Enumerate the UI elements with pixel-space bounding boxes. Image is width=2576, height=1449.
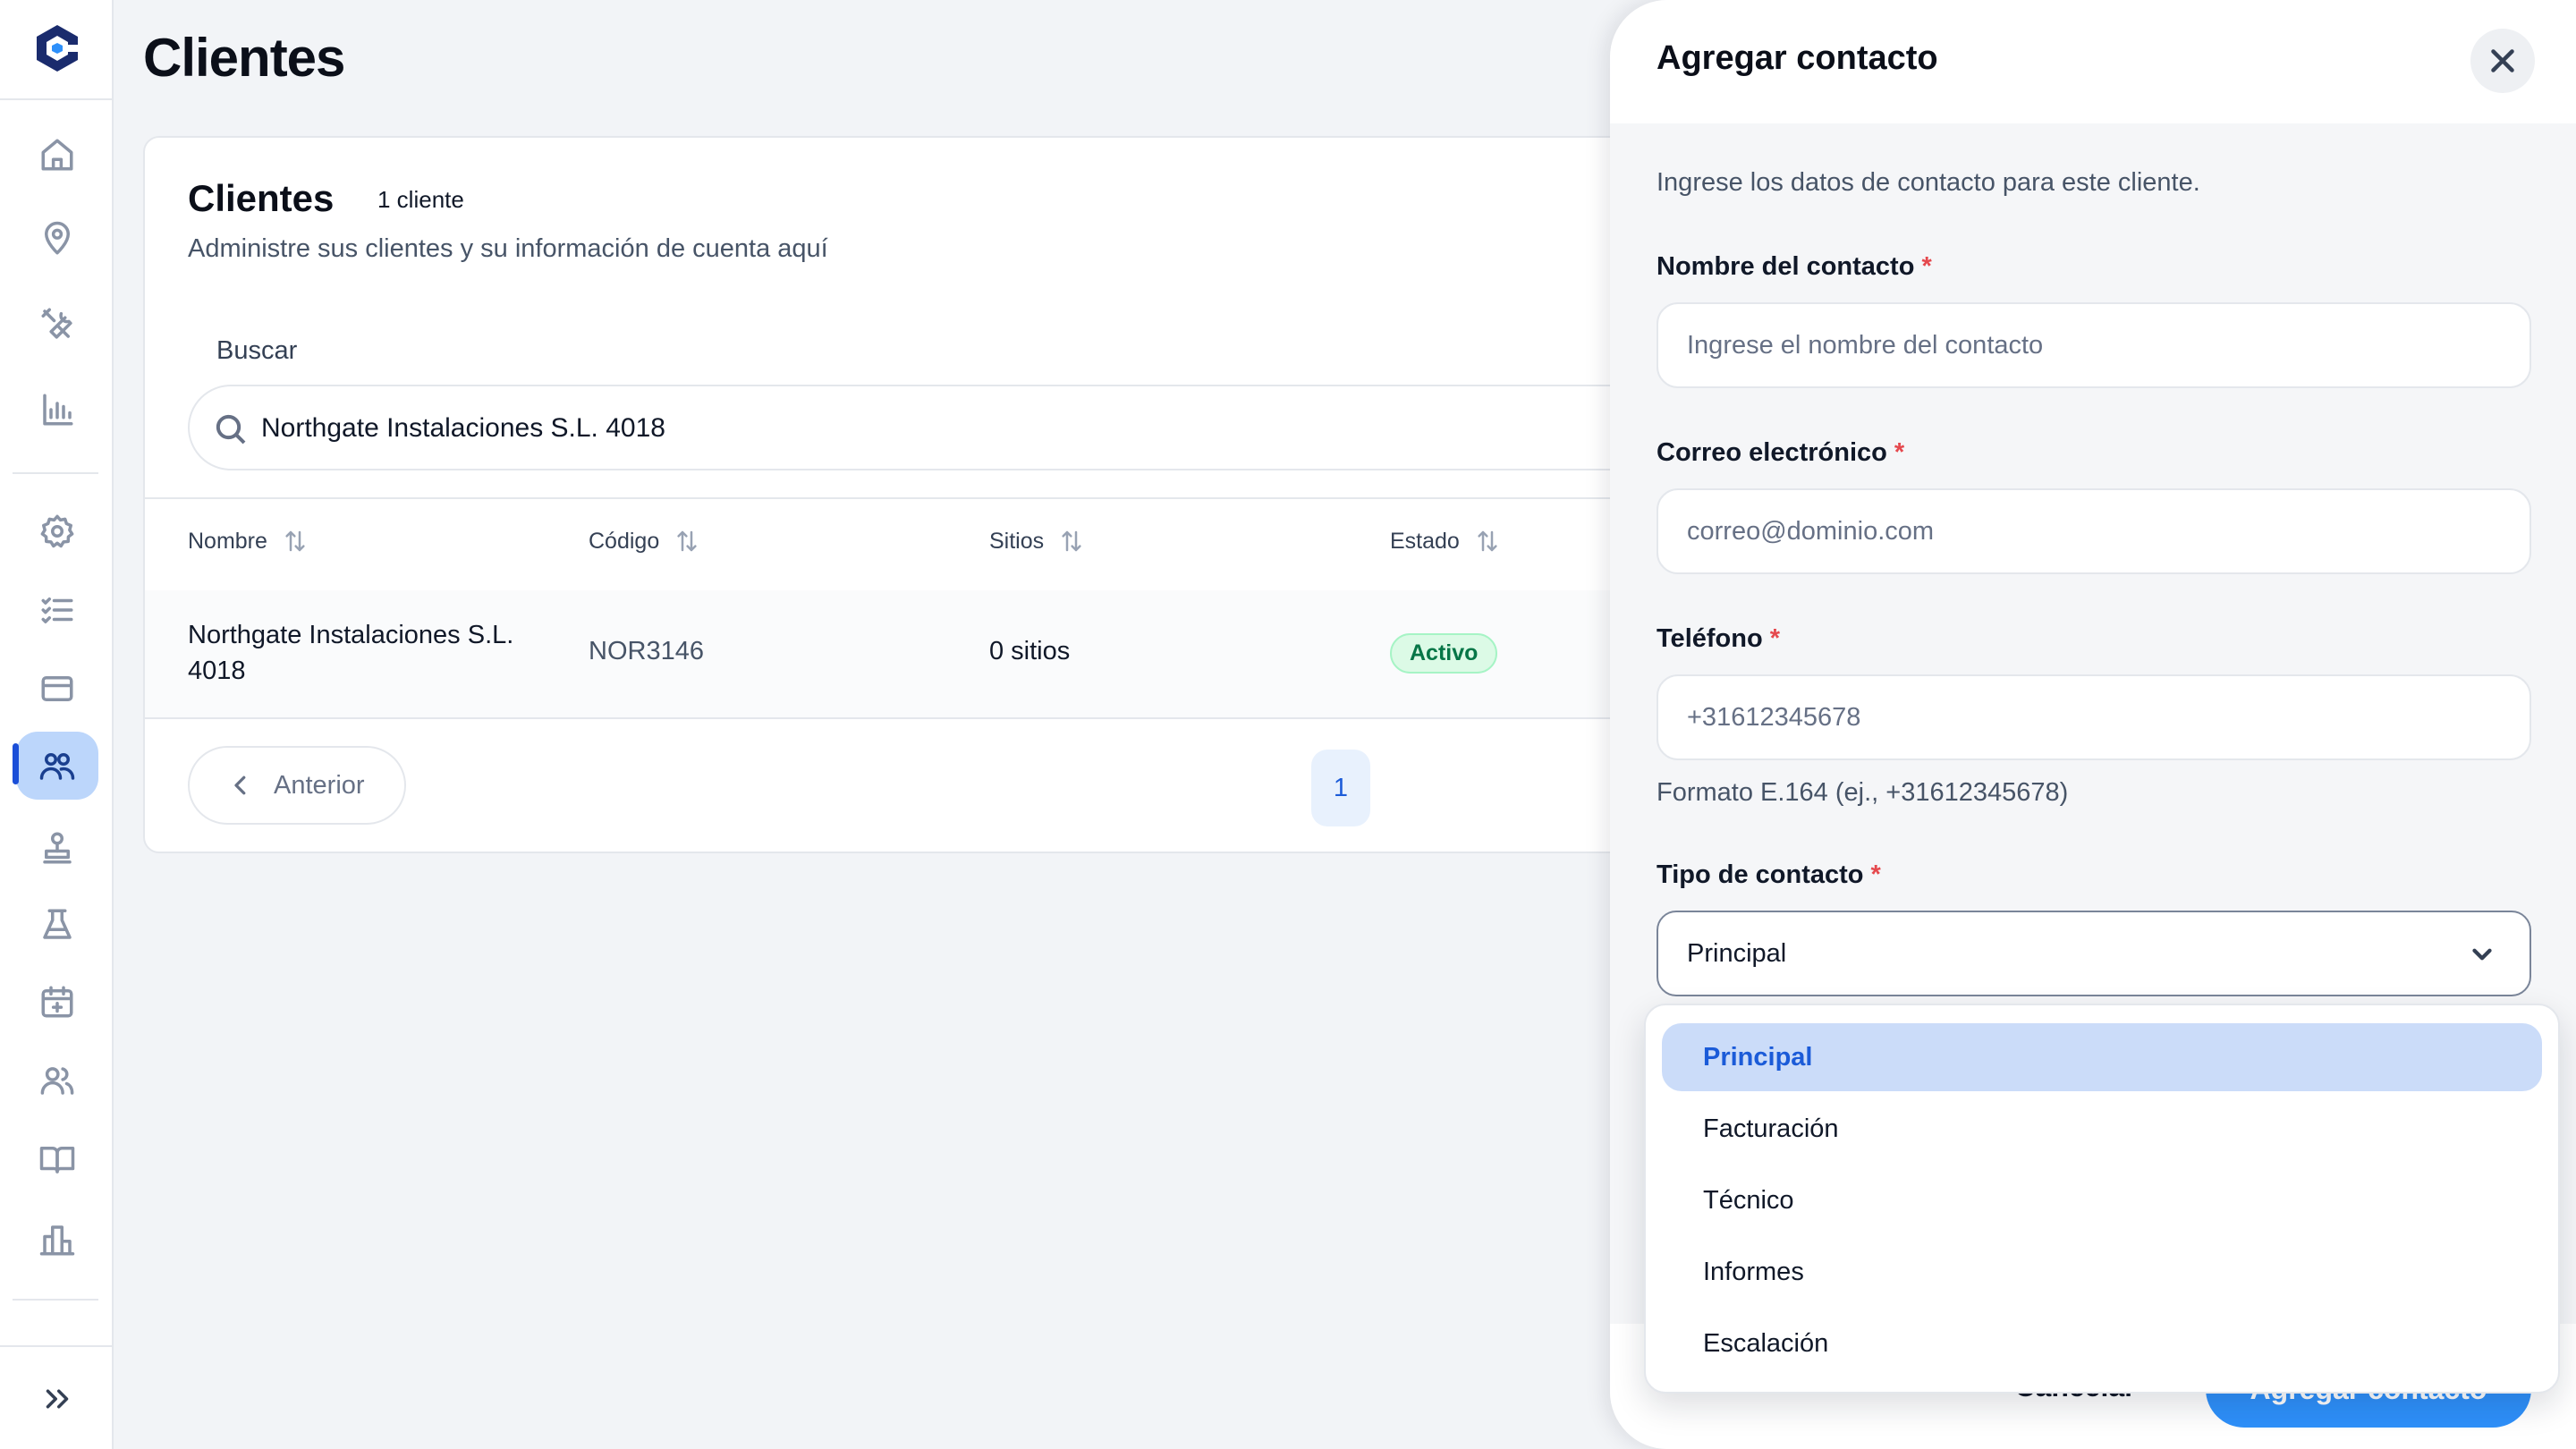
sidebar-expand-button[interactable] <box>16 1365 98 1433</box>
contact-type-label: Tipo de contacto * <box>1657 860 1881 890</box>
column-header-label: Código <box>589 528 660 554</box>
sort-icon <box>677 530 697 552</box>
table-divider <box>145 717 1841 719</box>
phone-hint: Formato E.164 (ej., +31612345678) <box>1657 778 2069 807</box>
close-button[interactable] <box>2470 29 2535 93</box>
nav-clients[interactable] <box>16 732 98 800</box>
dropdown-option[interactable]: Facturación <box>1662 1095 2542 1163</box>
status-badge: Activo <box>1390 633 1498 674</box>
nav-billing[interactable] <box>16 655 98 723</box>
column-header-label: Sitios <box>989 528 1045 554</box>
home-icon <box>41 139 73 171</box>
nav-calendar[interactable] <box>16 968 98 1036</box>
map-pin-icon <box>45 221 70 255</box>
search-box[interactable] <box>188 385 1841 470</box>
clients-card: Clientes 1 cliente Administre sus client… <box>143 136 1843 853</box>
drawer-description: Ingrese los datos de contacto para este … <box>1657 168 2200 197</box>
phone-input[interactable] <box>1657 674 2531 760</box>
column-header-sitios[interactable]: Sitios <box>989 528 1085 555</box>
column-header-nombre[interactable]: Nombre <box>188 528 309 555</box>
previous-page-button[interactable]: Anterior <box>188 746 406 825</box>
column-header-label: Nombre <box>188 528 267 554</box>
sidebar-divider <box>0 1345 114 1347</box>
nav-analytics[interactable] <box>16 1206 98 1274</box>
contact-name-input[interactable] <box>1657 302 2531 388</box>
client-code: NOR3146 <box>589 637 704 665</box>
dropdown-option[interactable]: Escalación <box>1662 1309 2542 1377</box>
building-chart-icon <box>39 1225 75 1256</box>
column-header-label: Estado <box>1390 528 1460 554</box>
search-icon <box>216 414 246 445</box>
bar-chart-icon <box>43 394 73 426</box>
card-title: Clientes <box>188 177 335 219</box>
nav-tasks[interactable] <box>16 576 98 644</box>
nav-tools[interactable] <box>16 290 98 358</box>
nav-approvals[interactable] <box>16 814 98 882</box>
required-mark: * <box>1894 438 1905 467</box>
field-label-text: Correo electrónico <box>1657 438 1887 467</box>
required-mark: * <box>1921 252 1932 281</box>
contact-name-label: Nombre del contacto * <box>1657 252 1932 282</box>
close-icon <box>2491 49 2514 72</box>
client-sites: 0 sitios <box>989 637 1071 665</box>
email-label: Correo electrónico * <box>1657 438 1904 468</box>
sort-icon <box>1062 530 1081 552</box>
sort-icon <box>285 530 305 552</box>
dropdown-option[interactable]: Principal <box>1662 1023 2542 1091</box>
contact-type-select[interactable]: Principal <box>1657 911 2531 996</box>
search-input[interactable] <box>261 404 1692 453</box>
dropdown-option[interactable]: Técnico <box>1662 1166 2542 1234</box>
gear-icon <box>40 514 74 548</box>
clients-icon <box>39 753 75 780</box>
sort-icon <box>1478 530 1497 552</box>
calendar-add-icon <box>41 986 73 1018</box>
search-label: Buscar <box>216 336 298 365</box>
lab-flask-icon <box>43 909 72 939</box>
contact-type-dropdown: Principal Facturación Técnico Informes E… <box>1644 1004 2560 1394</box>
contact-type-value: Principal <box>1687 938 1787 968</box>
client-name[interactable]: Northgate Instalaciones S.L. 4018 <box>188 617 528 689</box>
sidebar-divider <box>13 472 98 474</box>
chevron-double-right-icon <box>46 1389 69 1409</box>
required-mark: * <box>1870 860 1881 889</box>
drawer-header: Agregar contacto <box>1610 0 2576 123</box>
client-count: 1 cliente <box>377 186 464 213</box>
checklist-icon <box>41 597 73 623</box>
nav-users[interactable] <box>16 1046 98 1114</box>
nav-settings[interactable] <box>16 497 98 565</box>
page-number-current[interactable]: 1 <box>1311 750 1370 826</box>
tools-icon <box>41 308 72 339</box>
table-divider <box>145 497 1841 499</box>
nav-lab[interactable] <box>16 891 98 959</box>
email-input[interactable] <box>1657 488 2531 574</box>
field-label-text: Teléfono <box>1657 624 1763 653</box>
nav-locations[interactable] <box>16 205 98 273</box>
sidebar-divider <box>13 1299 98 1301</box>
column-header-estado[interactable]: Estado <box>1390 528 1501 555</box>
dropdown-option[interactable]: Informes <box>1662 1238 2542 1306</box>
column-header-codigo[interactable]: Código <box>589 528 700 555</box>
page-title: Clientes <box>143 28 345 88</box>
phone-label: Teléfono * <box>1657 624 1780 654</box>
sidebar <box>0 0 114 1449</box>
card-subtitle: Administre sus clientes y su información… <box>188 234 828 263</box>
credit-card-icon <box>41 676 73 701</box>
field-label-text: Tipo de contacto <box>1657 860 1864 889</box>
stamp-icon <box>43 832 72 864</box>
active-nav-indicator <box>13 743 19 784</box>
nav-reports[interactable] <box>16 376 98 444</box>
book-icon <box>39 1147 75 1174</box>
users-icon <box>40 1067 74 1095</box>
app-logo-icon[interactable] <box>34 23 80 73</box>
previous-page-label: Anterior <box>274 770 365 800</box>
nav-home[interactable] <box>16 121 98 189</box>
field-label-text: Nombre del contacto <box>1657 252 1915 281</box>
drawer-title: Agregar contacto <box>1657 39 1938 77</box>
sidebar-divider <box>0 98 114 100</box>
chevron-left-icon <box>234 775 246 795</box>
chevron-down-icon <box>2472 948 2492 961</box>
required-mark: * <box>1769 624 1780 653</box>
nav-docs[interactable] <box>16 1125 98 1193</box>
